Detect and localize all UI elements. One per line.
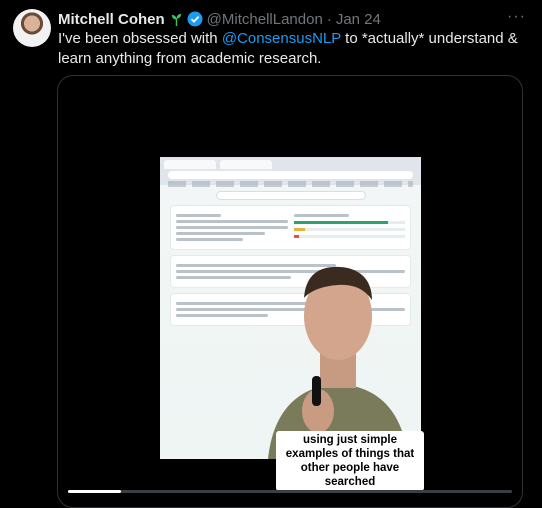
avatar[interactable] (13, 9, 51, 47)
author-name[interactable]: Mitchell Cohen (58, 11, 165, 28)
mention-link[interactable]: @ConsensusNLP (222, 30, 341, 47)
speaker-person (268, 266, 408, 459)
video-player[interactable]: using just simple examples of things tha… (57, 75, 523, 508)
more-options-icon[interactable]: ··· (507, 8, 526, 26)
tweet-header: Mitchell Cohen @MitchellLandon · Jan 24 (58, 9, 526, 29)
browser-chrome (160, 157, 421, 187)
tweet-text: I've been obsessed with @ConsensusNLP to… (58, 29, 526, 69)
video-progress-fill (68, 490, 122, 493)
verified-badge-icon (187, 11, 203, 27)
author-handle[interactable]: @MitchellLandon (207, 11, 323, 28)
tweet-date[interactable]: Jan 24 (336, 11, 381, 28)
tweet: Mitchell Cohen @MitchellLandon · Jan 24 … (0, 0, 542, 508)
video-caption: using just simple examples of things tha… (276, 431, 424, 491)
separator-dot: · (326, 10, 332, 28)
video-progress-bar[interactable] (68, 490, 512, 493)
tweet-text-start: I've been obsessed with (58, 30, 222, 47)
sprout-icon (171, 13, 181, 26)
